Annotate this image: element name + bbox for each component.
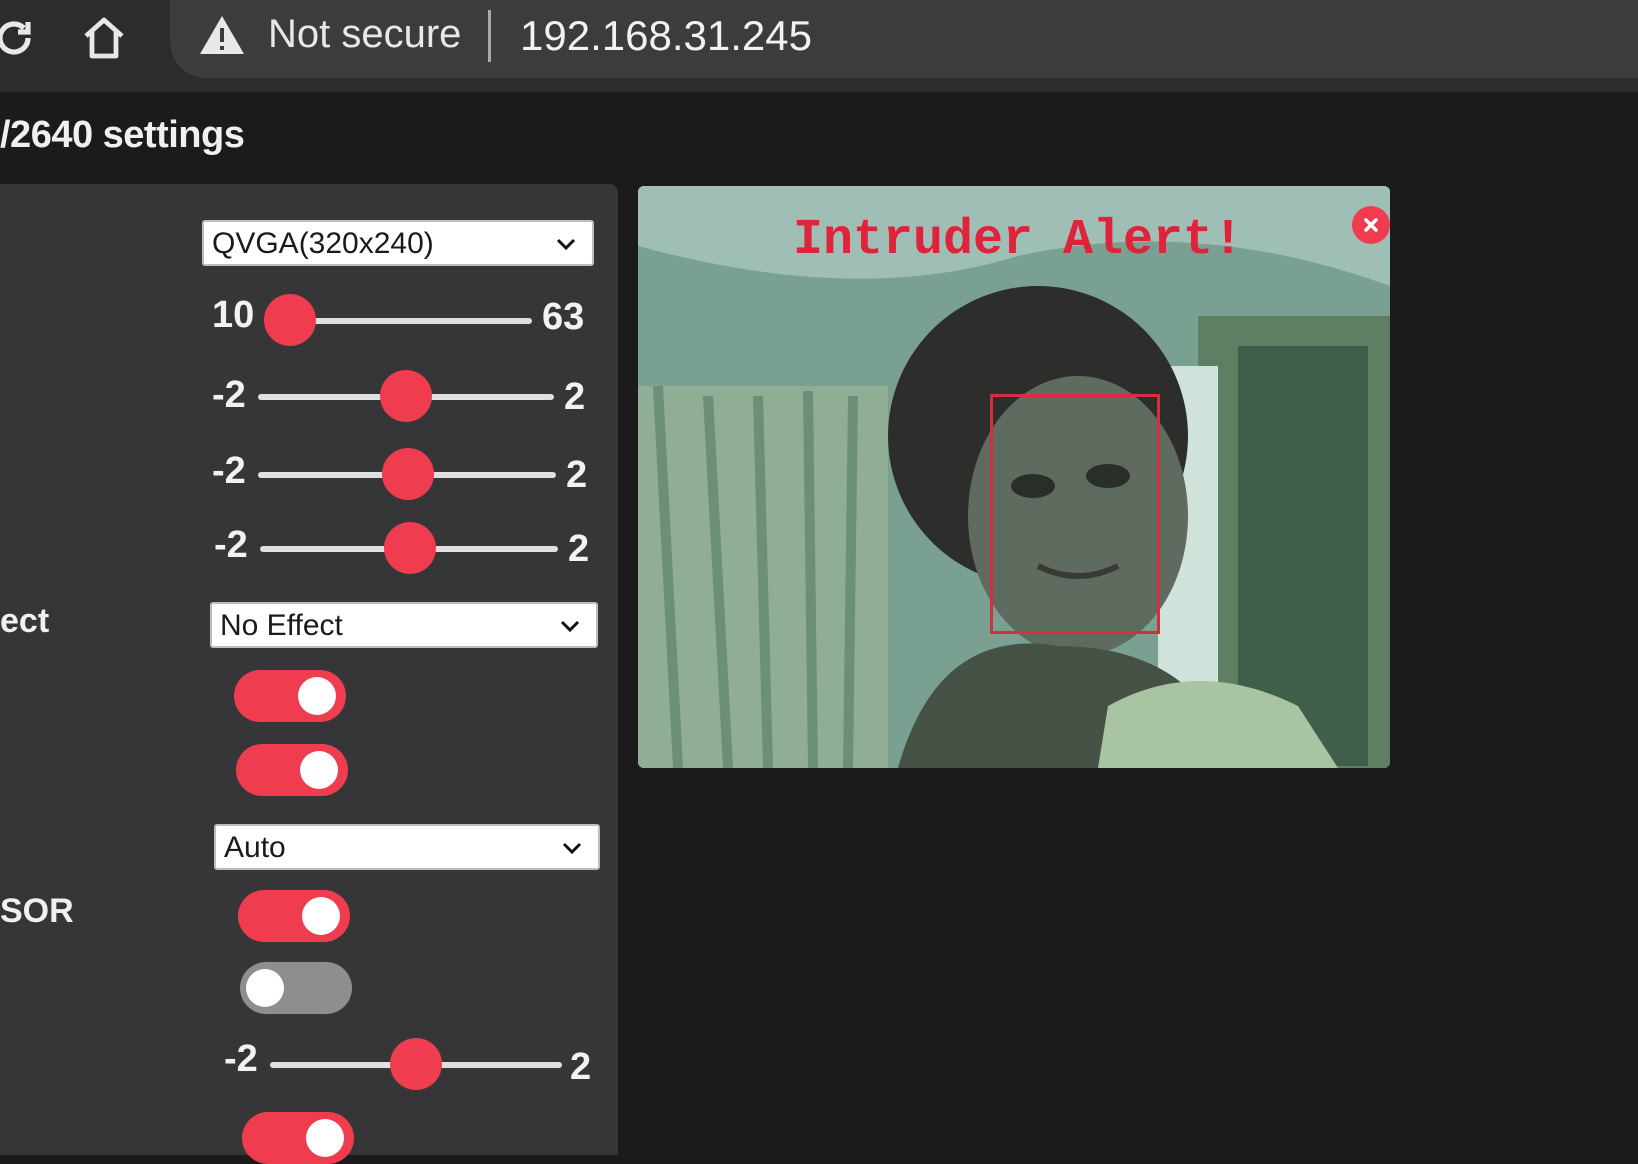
sensor-toggle[interactable]: [238, 890, 350, 942]
intruder-alert-text: Intruder Alert!: [792, 212, 1244, 269]
toggle-knob: [298, 677, 336, 715]
toggle-switch-1[interactable]: [234, 670, 346, 722]
settings-panel: QVGA(320x240) 10 63 -2 2 -2 2 -2 2 ect N…: [0, 184, 618, 1164]
toggle-knob: [300, 751, 338, 789]
url-divider: [488, 10, 491, 62]
special-effect-select[interactable]: No Effect: [210, 602, 598, 648]
camera-stream: Intruder Alert!: [638, 186, 1390, 768]
brightness-max: 2: [564, 376, 586, 418]
chevron-down-icon: [556, 238, 576, 251]
saturation-slider-thumb[interactable]: [384, 522, 436, 574]
brightness-min: -2: [212, 374, 246, 416]
chevron-down-icon: [562, 842, 582, 855]
toggle-switch-2[interactable]: [236, 744, 348, 796]
face-detection-box: [990, 394, 1160, 634]
quality-slider-thumb[interactable]: [264, 294, 316, 346]
contrast-min: -2: [212, 450, 246, 492]
wb-mode-select[interactable]: Auto: [214, 824, 600, 870]
ae-level-min: -2: [224, 1038, 258, 1080]
toggle-knob: [302, 897, 340, 935]
saturation-max: 2: [568, 528, 590, 570]
contrast-slider-thumb[interactable]: [382, 448, 434, 500]
close-stream-button[interactable]: [1352, 206, 1390, 244]
url-text[interactable]: 192.168.31.245: [520, 12, 812, 60]
contrast-max: 2: [566, 454, 588, 496]
toggle-switch-4[interactable]: [240, 962, 352, 1014]
page-title: /2640 settings: [0, 114, 245, 156]
resolution-select[interactable]: QVGA(320x240): [202, 220, 594, 266]
security-label[interactable]: Not secure: [268, 12, 461, 57]
quality-min: 10: [212, 294, 255, 336]
sensor-label: SOR: [0, 892, 74, 930]
reload-icon[interactable]: [0, 8, 44, 68]
browser-toolbar: Not secure 192.168.31.245: [0, 0, 1638, 92]
quality-max: 63: [542, 296, 585, 338]
special-effect-label: ect: [0, 602, 50, 640]
home-icon[interactable]: [74, 8, 134, 68]
toggle-knob: [306, 1119, 344, 1157]
special-effect-value: No Effect: [220, 609, 343, 642]
resolution-value: QVGA(320x240): [212, 227, 434, 260]
warning-icon[interactable]: [198, 12, 246, 60]
ae-level-slider-thumb[interactable]: [390, 1038, 442, 1090]
chevron-down-icon: [560, 620, 580, 633]
quality-slider-track[interactable]: [292, 318, 532, 324]
wb-mode-value: Auto: [224, 831, 286, 864]
close-icon: [1364, 218, 1378, 232]
toggle-knob: [246, 969, 284, 1007]
brightness-slider-thumb[interactable]: [380, 370, 432, 422]
ae-level-max: 2: [570, 1046, 592, 1088]
toggle-switch-5[interactable]: [242, 1112, 354, 1164]
saturation-min: -2: [214, 524, 248, 566]
